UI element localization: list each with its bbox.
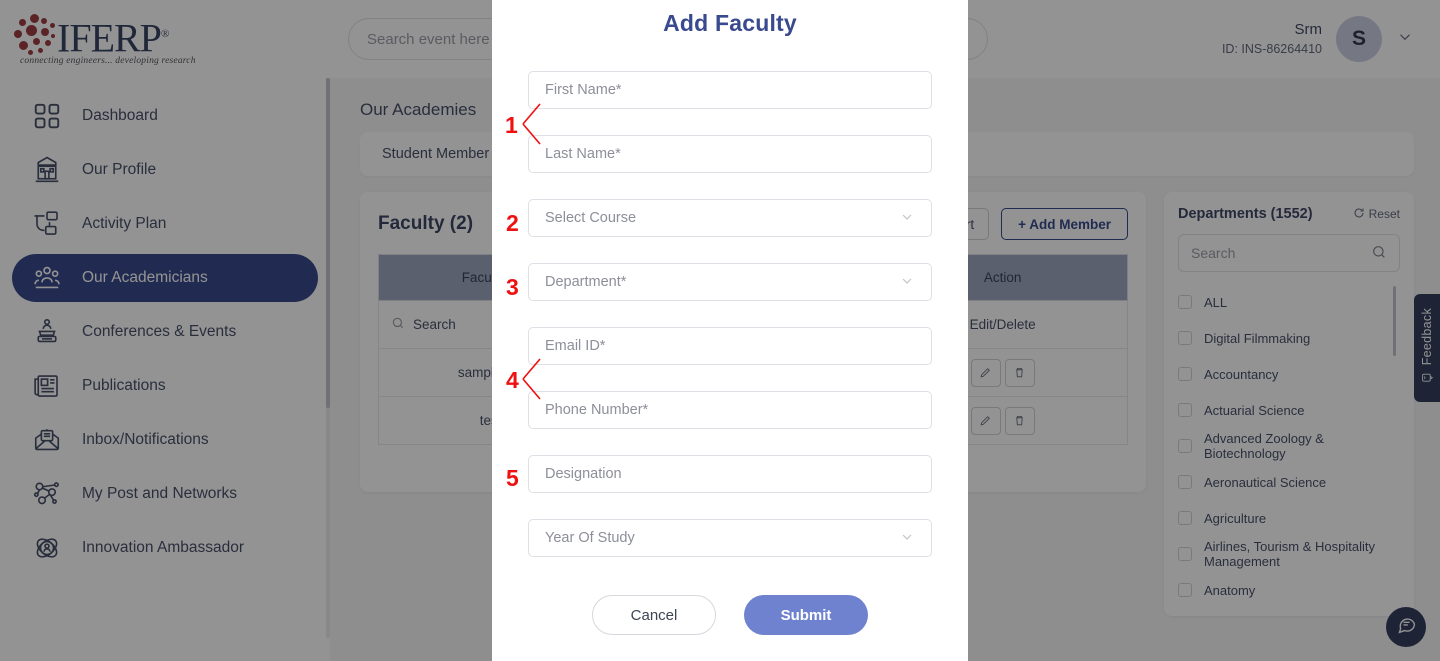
last-name-placeholder: Last Name* bbox=[545, 146, 621, 162]
chevron-down-icon bbox=[899, 529, 915, 548]
designation-placeholder: Designation bbox=[545, 466, 622, 482]
chevron-down-icon bbox=[899, 273, 915, 292]
modal-actions: Cancel Submit bbox=[528, 595, 932, 635]
select-course-dropdown[interactable]: Select Course bbox=[528, 199, 932, 237]
select-course-placeholder: Select Course bbox=[545, 210, 637, 226]
modal-title: Add Faculty bbox=[663, 10, 797, 36]
email-placeholder: Email ID* bbox=[545, 338, 606, 354]
submit-button[interactable]: Submit bbox=[744, 595, 868, 635]
cancel-button[interactable]: Cancel bbox=[592, 595, 716, 635]
email-field[interactable]: Email ID* bbox=[528, 327, 932, 365]
designation-field[interactable]: Designation bbox=[528, 455, 932, 493]
last-name-field[interactable]: Last Name* bbox=[528, 135, 932, 173]
year-of-study-placeholder: Year Of Study bbox=[545, 530, 635, 546]
annotation-marker-5: 5 bbox=[506, 465, 519, 491]
screen-root: IFERP® connecting engineers... developin… bbox=[0, 0, 1440, 661]
department-placeholder: Department* bbox=[545, 274, 627, 290]
first-name-placeholder: First Name* bbox=[545, 82, 622, 98]
phone-field[interactable]: Phone Number* bbox=[528, 391, 932, 429]
phone-placeholder: Phone Number* bbox=[545, 402, 649, 418]
year-of-study-dropdown[interactable]: Year Of Study bbox=[528, 519, 932, 557]
first-name-field[interactable]: First Name* bbox=[528, 71, 932, 109]
add-faculty-modal: Add Faculty First Name* Last Name* Selec… bbox=[492, 0, 968, 661]
annotation-marker-3: 3 bbox=[506, 274, 519, 300]
modal-form: First Name* Last Name* Select Course Dep… bbox=[492, 37, 968, 635]
annotation-marker-1: 1 bbox=[505, 112, 518, 138]
chevron-down-icon bbox=[899, 209, 915, 228]
annotation-marker-2: 2 bbox=[506, 210, 519, 236]
annotation-marker-4: 4 bbox=[506, 367, 519, 393]
department-dropdown[interactable]: Department* bbox=[528, 263, 932, 301]
